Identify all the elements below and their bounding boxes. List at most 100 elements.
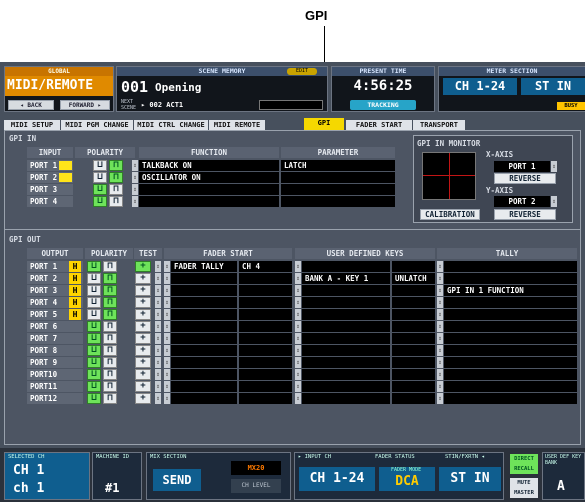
fader-start-function[interactable] (171, 357, 237, 368)
tally-scroll[interactable]: ⇕ (437, 393, 443, 404)
test-button[interactable]: + (135, 381, 151, 392)
user-key-function[interactable]: BANK A - KEY 1 (302, 273, 390, 284)
tally-function[interactable] (444, 309, 577, 320)
test-scroll[interactable]: ⇕ (155, 321, 161, 332)
fader-start-scroll[interactable]: ⇕ (164, 393, 170, 404)
user-key-mode[interactable] (392, 333, 435, 344)
fader-start-function[interactable] (171, 333, 237, 344)
test-scroll[interactable]: ⇕ (155, 333, 161, 344)
gpi-in-function-1[interactable]: TALKBACK ON (139, 160, 279, 171)
test-scroll[interactable]: ⇕ (155, 273, 161, 284)
user-key-scroll[interactable]: ⇕ (295, 357, 301, 368)
test-scroll[interactable]: ⇕ (155, 345, 161, 356)
test-button[interactable]: + (135, 333, 151, 344)
back-button[interactable]: ◂ BACK (8, 100, 54, 110)
tally-scroll[interactable]: ⇕ (437, 285, 443, 296)
fader-start-scroll[interactable]: ⇕ (164, 333, 170, 344)
polarity-high-button[interactable]: ⊓ (109, 196, 123, 207)
fader-start-scroll[interactable]: ⇕ (164, 369, 170, 380)
test-scroll[interactable]: ⇕ (155, 297, 161, 308)
polarity-low-button[interactable]: ⊔ (87, 261, 101, 272)
tab-fader-start[interactable]: FADER START (346, 120, 412, 130)
polarity-high-button[interactable]: ⊓ (103, 357, 117, 368)
fader-start-function[interactable]: FADER TALLY (171, 261, 237, 272)
user-key-function[interactable] (302, 369, 390, 380)
tally-scroll[interactable]: ⇕ (437, 333, 443, 344)
fader-start-channel[interactable] (239, 297, 292, 308)
user-key-scroll[interactable]: ⇕ (295, 369, 301, 380)
polarity-high-button[interactable]: ⊓ (103, 309, 117, 320)
test-button[interactable]: + (135, 369, 151, 380)
user-key-scroll[interactable]: ⇕ (295, 393, 301, 404)
polarity-high-button[interactable]: ⊓ (103, 333, 117, 344)
polarity-high-button[interactable]: ⊓ (109, 184, 123, 195)
mute-master-button[interactable]: MUTE MASTER (510, 478, 538, 498)
fader-start-scroll[interactable]: ⇕ (164, 345, 170, 356)
y-reverse-button[interactable]: REVERSE (494, 209, 556, 220)
fader-start-channel[interactable] (239, 285, 292, 296)
user-key-function[interactable] (302, 345, 390, 356)
polarity-low-button[interactable]: ⊔ (93, 184, 107, 195)
fader-start-function[interactable] (171, 345, 237, 356)
polarity-high-button[interactable]: ⊓ (103, 393, 117, 404)
tab-gpi[interactable]: GPI (304, 118, 344, 130)
fader-start-function[interactable] (171, 273, 237, 284)
function-scroll[interactable]: ⇕ (132, 184, 138, 195)
fader-start-function[interactable] (171, 393, 237, 404)
polarity-high-button[interactable]: ⊓ (103, 369, 117, 380)
calibration-button[interactable]: CALIBRATION (420, 209, 480, 220)
polarity-low-button[interactable]: ⊔ (87, 333, 101, 344)
polarity-low-button[interactable]: ⊔ (87, 345, 101, 356)
fader-start-scroll[interactable]: ⇕ (164, 357, 170, 368)
fader-start-channel[interactable] (239, 381, 292, 392)
gpi-in-function-4[interactable] (139, 196, 279, 207)
fader-start-channel[interactable] (239, 333, 292, 344)
user-key-mode[interactable] (392, 261, 435, 272)
test-button[interactable]: + (135, 261, 151, 272)
user-key-function[interactable] (302, 309, 390, 320)
polarity-low-button[interactable]: ⊔ (87, 273, 101, 284)
input-ch-button[interactable]: CH 1-24 (299, 467, 375, 491)
polarity-low-button[interactable]: ⊔ (93, 160, 107, 171)
fader-start-scroll[interactable]: ⇕ (164, 285, 170, 296)
tally-function[interactable] (444, 273, 577, 284)
gpi-in-parameter-3[interactable] (281, 184, 395, 195)
tally-scroll[interactable]: ⇕ (437, 321, 443, 332)
user-key-scroll[interactable]: ⇕ (295, 297, 301, 308)
polarity-high-button[interactable]: ⊓ (103, 345, 117, 356)
polarity-low-button[interactable]: ⊔ (87, 393, 101, 404)
tally-scroll[interactable]: ⇕ (437, 345, 443, 356)
tab-midi-setup[interactable]: MIDI SETUP (4, 120, 60, 130)
tab-midi-ctrl-change[interactable]: MIDI CTRL CHANGE (134, 120, 208, 130)
test-scroll[interactable]: ⇕ (155, 309, 161, 320)
tally-function[interactable] (444, 321, 577, 332)
test-scroll[interactable]: ⇕ (155, 369, 161, 380)
ch-level-button[interactable]: CH LEVEL (231, 479, 281, 493)
tally-function[interactable] (444, 345, 577, 356)
tally-scroll[interactable]: ⇕ (437, 261, 443, 272)
gpi-in-parameter-4[interactable] (281, 196, 395, 207)
polarity-low-button[interactable]: ⊔ (87, 321, 101, 332)
fader-start-channel[interactable] (239, 393, 292, 404)
tally-function[interactable] (444, 357, 577, 368)
fader-start-function[interactable] (171, 285, 237, 296)
polarity-high-button[interactable]: ⊓ (103, 297, 117, 308)
fader-start-scroll[interactable]: ⇕ (164, 381, 170, 392)
test-scroll[interactable]: ⇕ (155, 381, 161, 392)
x-reverse-button[interactable]: REVERSE (494, 173, 556, 184)
meter-ch-button[interactable]: CH 1-24 (443, 78, 517, 95)
user-key-mode[interactable] (392, 369, 435, 380)
tally-function[interactable]: GPI IN 1 FUNCTION (444, 285, 577, 296)
fader-start-scroll[interactable]: ⇕ (164, 273, 170, 284)
user-key-scroll[interactable]: ⇕ (295, 345, 301, 356)
tab-midi-pgm-change[interactable]: MIDI PGM CHANGE (61, 120, 133, 130)
user-key-function[interactable] (302, 393, 390, 404)
gpi-in-function-2[interactable]: OSCILLATOR ON (139, 172, 279, 183)
user-key-function[interactable] (302, 357, 390, 368)
user-key-mode[interactable] (392, 357, 435, 368)
x-axis-port[interactable]: PORT 1 (494, 161, 550, 172)
user-key-mode[interactable] (392, 393, 435, 404)
user-key-mode[interactable] (392, 381, 435, 392)
polarity-high-button[interactable]: ⊓ (103, 285, 117, 296)
meter-st-button[interactable]: ST IN (521, 78, 585, 95)
